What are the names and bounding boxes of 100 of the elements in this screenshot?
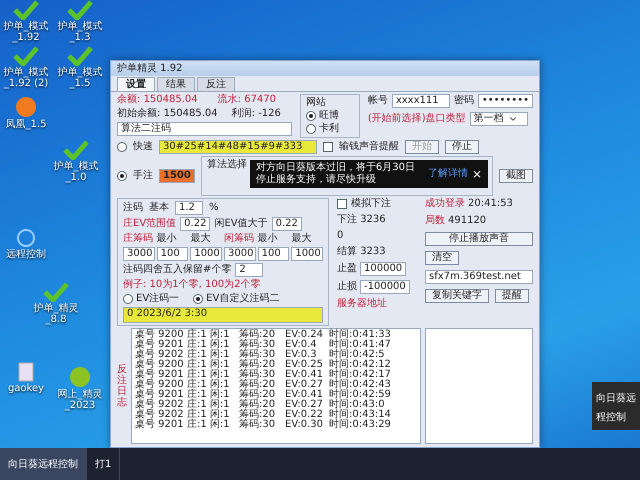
stop-button[interactable]: 停止 bbox=[445, 140, 479, 154]
take-profit-label: 止盈 bbox=[337, 263, 357, 275]
desktop-icon-label[interactable]: 护单_模式_1.92 bbox=[0, 21, 52, 43]
checkbox[interactable] bbox=[337, 199, 347, 209]
server-field[interactable]: sfx7m.369test.net bbox=[425, 270, 533, 284]
chip-field[interactable]: 1000 bbox=[190, 247, 222, 261]
log-cell-text: EV:0.27 bbox=[285, 380, 324, 390]
clear-button[interactable]: 清空 bbox=[425, 251, 459, 265]
checkbox-label: 模拟下注 bbox=[351, 198, 391, 210]
tab[interactable]: 结果 bbox=[157, 77, 195, 91]
log-cell-text: 时间:0:42:17 bbox=[329, 370, 392, 380]
rounding-field[interactable]: 2 bbox=[235, 263, 264, 277]
initial-balance-text: 初始余额: 150485.04 bbox=[117, 108, 218, 120]
desktop-icon-label[interactable]: 远程控制 bbox=[6, 249, 46, 260]
group-title: 网站 bbox=[306, 97, 327, 109]
log-cell-text: 时间:0:42:5 bbox=[329, 350, 385, 360]
radio-button[interactable] bbox=[117, 142, 127, 152]
base-field[interactable]: 1.2 bbox=[175, 201, 203, 215]
checkmark-icon bbox=[43, 282, 69, 302]
stop-loss-label: 止损 bbox=[337, 281, 357, 293]
log-cell-text: EV:0.25 bbox=[285, 360, 324, 370]
toast-link[interactable]: 了解详情 bbox=[428, 168, 468, 180]
radio-label: 快速 bbox=[133, 141, 153, 153]
log-cell-text: 庄:1 闲:1 bbox=[187, 380, 231, 390]
log-cell-text: 筹码:30 bbox=[239, 420, 276, 430]
stop-sound-button[interactable]: 停止播放声音 bbox=[425, 232, 533, 246]
password-field[interactable]: •••••••• bbox=[478, 94, 533, 108]
radio-label: 手注 bbox=[133, 170, 153, 182]
balance-text: 余额: 150485.04 bbox=[117, 94, 198, 106]
desktop-icon-label[interactable]: 护单_模式_1.0 bbox=[50, 161, 102, 183]
checkbox-label: 输钱声音提醒 bbox=[339, 141, 399, 153]
copy-keyword-button[interactable]: 复制关键字 bbox=[425, 289, 489, 303]
column-header: 最大 bbox=[291, 233, 312, 245]
rounds-value: 491120 bbox=[448, 215, 486, 227]
chip-field[interactable]: 1000 bbox=[291, 247, 323, 261]
log-label: 反注日志 bbox=[117, 364, 127, 408]
log-cell-text: EV:0.41 bbox=[285, 390, 324, 400]
radio-button[interactable] bbox=[123, 294, 133, 304]
log-cell-text: 筹码:20 bbox=[239, 380, 276, 390]
column-header: 最小 bbox=[258, 233, 279, 245]
close-icon[interactable]: × bbox=[472, 168, 482, 180]
algorithm-field[interactable]: 算法二注码 bbox=[117, 122, 292, 136]
take-profit-field[interactable]: 100000 bbox=[360, 262, 406, 276]
radio-button[interactable] bbox=[306, 124, 316, 134]
log-cell-text: 时间:0:43:29 bbox=[329, 420, 392, 430]
login-time: 20:41:53 bbox=[468, 198, 513, 210]
log-cell-text: 庄:1 闲:1 bbox=[187, 360, 231, 370]
desktop-icon-label[interactable]: 护单_模式_1.3 bbox=[54, 21, 106, 43]
log-cell-text: 桌号 9201 bbox=[135, 420, 185, 430]
server-label: 服务器地址 bbox=[337, 298, 388, 310]
log-cell-text: 时间:0:42:59 bbox=[329, 390, 392, 400]
log-cell-text: EV:0.30 bbox=[285, 420, 324, 430]
desktop-icon-label[interactable]: 护单_模式_1.92 (2) bbox=[0, 67, 52, 89]
checkbox[interactable] bbox=[323, 142, 333, 152]
chip-field[interactable]: 100 bbox=[156, 247, 188, 261]
rounding-example: 例子: 10为1个零, 100为2个零 bbox=[123, 279, 262, 291]
log-cell-text: 桌号 9201 bbox=[135, 390, 185, 400]
radio-button[interactable] bbox=[193, 294, 204, 304]
stake-field[interactable]: 1500 bbox=[159, 169, 195, 183]
tab[interactable]: 设置 bbox=[117, 77, 155, 91]
turnover-text: 流水: 67470 bbox=[218, 94, 276, 106]
log-cell-text: 筹码:30 bbox=[239, 350, 276, 360]
desktop-icon-label[interactable]: 护单_模式_1.5 bbox=[54, 67, 106, 89]
radio-button[interactable] bbox=[306, 111, 316, 121]
banker-ev-field[interactable]: 0.22 bbox=[180, 217, 210, 231]
group-title: 注码 bbox=[123, 202, 143, 214]
log-cell-text: 筹码:20 bbox=[239, 400, 276, 410]
bets-text: 下注 3236 bbox=[337, 214, 387, 226]
log-cell-text: 桌号 9202 bbox=[135, 410, 185, 420]
profit-text: 利润: -126 bbox=[232, 108, 281, 120]
stop-loss-field[interactable]: -100000 bbox=[360, 280, 410, 294]
log-cell-text: 庄:1 闲:1 bbox=[187, 400, 231, 410]
taskbar-item[interactable]: 向日葵远程控制 bbox=[0, 448, 87, 480]
tier-dropdown[interactable]: 第一档 bbox=[470, 112, 528, 126]
log-cell-text: 桌号 9202 bbox=[135, 350, 185, 360]
tab[interactable]: 反注 bbox=[197, 77, 235, 91]
radio-label: 卡利 bbox=[318, 123, 339, 135]
screenshot-button[interactable]: 截图 bbox=[499, 169, 533, 183]
taskbar-item[interactable]: 打1 bbox=[87, 448, 120, 480]
log-cell-text: 桌号 9200 bbox=[135, 380, 185, 390]
desktop-icon-label[interactable]: 凤凰_1.5 bbox=[6, 119, 46, 130]
log-cell-text: 庄:1 闲:1 bbox=[187, 370, 231, 380]
log-cell-text: 时间:0:42:12 bbox=[329, 360, 392, 370]
log-cell-text: 桌号 9201 bbox=[135, 370, 185, 380]
checkmark-icon bbox=[13, 0, 39, 20]
column-header: 最小 bbox=[156, 233, 178, 245]
radio-label: 旺博 bbox=[318, 110, 339, 122]
radio-button[interactable] bbox=[117, 171, 127, 181]
log-cell-text: 庄:1 闲:1 bbox=[187, 330, 231, 340]
account-field[interactable]: xxxx111 bbox=[392, 94, 450, 108]
player-ev-field[interactable]: 0.22 bbox=[272, 217, 302, 231]
chip-field[interactable]: 3000 bbox=[123, 247, 155, 261]
pattern-field[interactable]: 30#25#14#48#15#9#333 bbox=[159, 140, 317, 154]
chip-field[interactable]: 3000 bbox=[224, 247, 256, 261]
column-header: 庄筹码 bbox=[123, 233, 154, 245]
chip-field[interactable]: 100 bbox=[258, 247, 290, 261]
remind-button[interactable]: 提醒 bbox=[495, 289, 529, 303]
zero-text: 0 bbox=[337, 230, 344, 242]
banker-ev-label: 庄EV范围值 bbox=[123, 218, 176, 230]
desktop-icon-label[interactable]: 护单_精灵_8.8 bbox=[30, 303, 82, 325]
